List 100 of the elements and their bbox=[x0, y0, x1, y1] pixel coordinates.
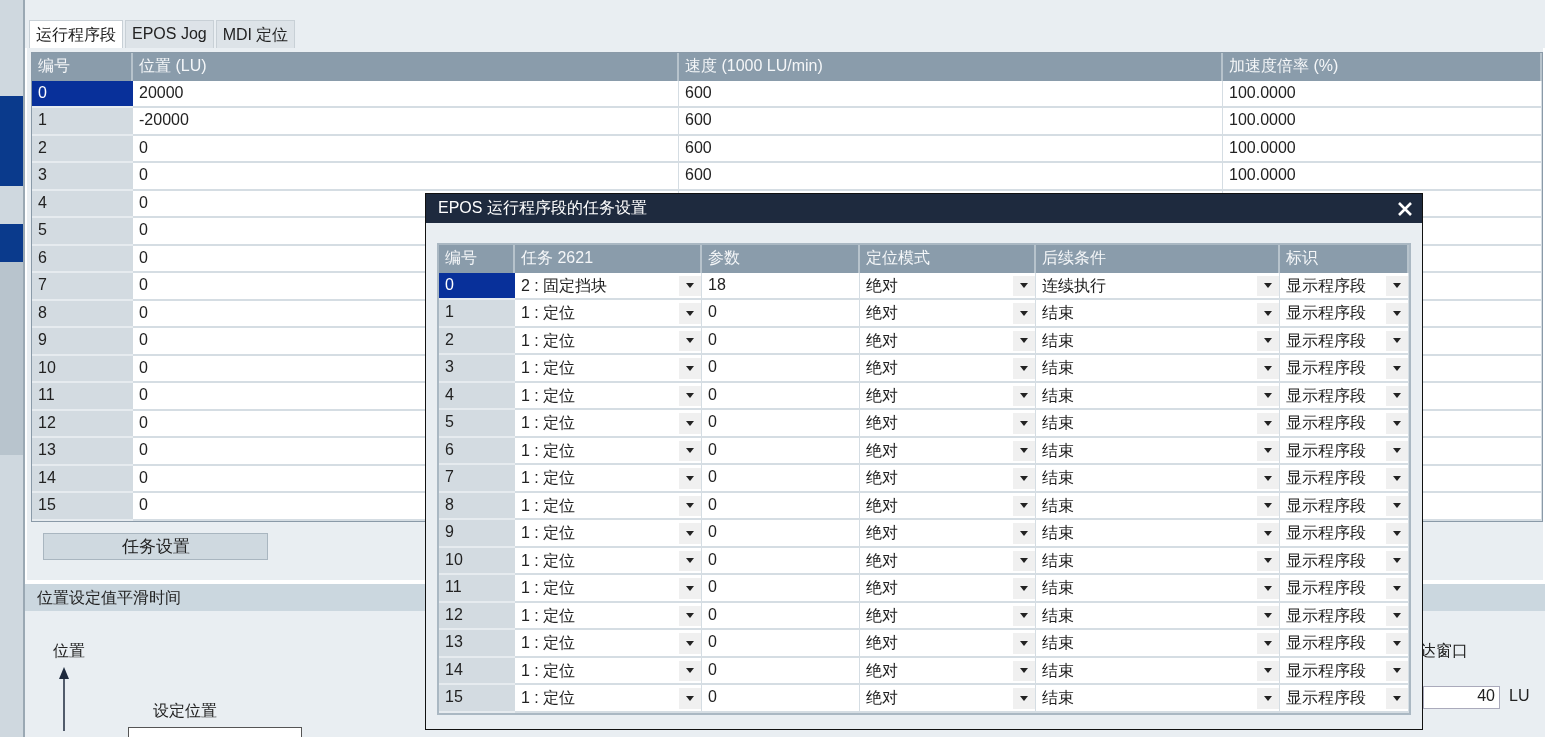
dropdown[interactable]: 显示程序段 bbox=[1280, 547, 1409, 575]
input-field[interactable]: 0 bbox=[702, 575, 860, 603]
row-number[interactable]: 2 bbox=[439, 327, 515, 355]
dropdown[interactable]: 显示程序段 bbox=[1280, 465, 1409, 493]
dropdown[interactable]: 1 : 定位 bbox=[515, 520, 702, 548]
dropdown[interactable]: 绝对 bbox=[860, 437, 1036, 465]
row-number[interactable]: 10 bbox=[32, 355, 133, 383]
row-number[interactable]: 6 bbox=[439, 437, 515, 465]
dropdown[interactable]: 1 : 定位 bbox=[515, 685, 702, 713]
dropdown[interactable]: 显示程序段 bbox=[1280, 685, 1409, 713]
dropdown[interactable]: 显示程序段 bbox=[1280, 575, 1409, 603]
row-number[interactable]: 15 bbox=[32, 493, 133, 521]
dropdown[interactable]: 1 : 定位 bbox=[515, 492, 702, 520]
input-field[interactable]: 0 bbox=[702, 437, 860, 465]
dropdown[interactable]: 结束 bbox=[1036, 327, 1280, 355]
dropdown[interactable]: 1 : 定位 bbox=[515, 300, 702, 328]
dropdown[interactable]: 绝对 bbox=[860, 575, 1036, 603]
row-number[interactable]: 13 bbox=[439, 630, 515, 658]
dropdown[interactable]: 1 : 定位 bbox=[515, 630, 702, 658]
dropdown[interactable]: 结束 bbox=[1036, 547, 1280, 575]
tab[interactable]: MDI 定位 bbox=[215, 20, 296, 48]
dropdown[interactable]: 绝对 bbox=[860, 657, 1036, 685]
input-field[interactable]: 0 bbox=[702, 300, 860, 328]
row-number[interactable]: 13 bbox=[32, 438, 133, 466]
dropdown[interactable]: 1 : 定位 bbox=[515, 382, 702, 410]
row-number[interactable]: 12 bbox=[32, 410, 133, 438]
dropdown[interactable]: 1 : 定位 bbox=[515, 465, 702, 493]
row-number[interactable]: 9 bbox=[439, 520, 515, 548]
dropdown[interactable]: 显示程序段 bbox=[1280, 410, 1409, 438]
input-field[interactable]: 0 bbox=[702, 520, 860, 548]
dropdown[interactable]: 绝对 bbox=[860, 272, 1036, 300]
dropdown[interactable]: 显示程序段 bbox=[1280, 355, 1409, 383]
row-number[interactable]: 11 bbox=[32, 383, 133, 411]
input-field[interactable]: 0 bbox=[702, 630, 860, 658]
dropdown[interactable]: 连续执行 bbox=[1036, 272, 1280, 300]
dropdown[interactable]: 结束 bbox=[1036, 520, 1280, 548]
row-number[interactable]: 1 bbox=[439, 300, 515, 328]
row-number[interactable]: 14 bbox=[32, 465, 133, 493]
dropdown[interactable]: 显示程序段 bbox=[1280, 437, 1409, 465]
dropdown[interactable]: 结束 bbox=[1036, 382, 1280, 410]
row-number[interactable]: 5 bbox=[32, 218, 133, 246]
input-field[interactable]: 0 bbox=[702, 657, 860, 685]
dropdown[interactable]: 绝对 bbox=[860, 327, 1036, 355]
dropdown[interactable]: 结束 bbox=[1036, 465, 1280, 493]
tab[interactable]: EPOS Jog bbox=[125, 20, 214, 48]
row-number[interactable]: 6 bbox=[32, 245, 133, 273]
dropdown[interactable]: 结束 bbox=[1036, 602, 1280, 630]
dropdown[interactable]: 显示程序段 bbox=[1280, 492, 1409, 520]
dropdown[interactable]: 1 : 定位 bbox=[515, 602, 702, 630]
dropdown[interactable]: 显示程序段 bbox=[1280, 327, 1409, 355]
row-number[interactable]: 5 bbox=[439, 410, 515, 438]
dropdown[interactable]: 绝对 bbox=[860, 300, 1036, 328]
input-field[interactable]: 0 bbox=[702, 685, 860, 713]
dropdown[interactable]: 1 : 定位 bbox=[515, 437, 702, 465]
input-field[interactable]: 0 bbox=[702, 492, 860, 520]
row-number[interactable]: 8 bbox=[439, 492, 515, 520]
dropdown[interactable]: 绝对 bbox=[860, 382, 1036, 410]
dropdown[interactable]: 结束 bbox=[1036, 492, 1280, 520]
input-field[interactable]: 0 bbox=[702, 547, 860, 575]
dropdown[interactable]: 显示程序段 bbox=[1280, 657, 1409, 685]
dropdown[interactable]: 1 : 定位 bbox=[515, 547, 702, 575]
task-settings-button[interactable]: 任务设置 bbox=[43, 532, 268, 560]
row-number[interactable]: 10 bbox=[439, 547, 515, 575]
input-field[interactable]: 0 bbox=[702, 327, 860, 355]
dropdown[interactable]: 结束 bbox=[1036, 685, 1280, 713]
row-number[interactable]: 15 bbox=[439, 685, 515, 713]
dropdown[interactable]: 1 : 定位 bbox=[515, 355, 702, 383]
dropdown[interactable]: 绝对 bbox=[860, 492, 1036, 520]
row-number[interactable]: 4 bbox=[439, 382, 515, 410]
input-field[interactable]: 0 bbox=[702, 355, 860, 383]
row-number[interactable]: 12 bbox=[439, 602, 515, 630]
row-number[interactable]: 0 bbox=[32, 80, 133, 108]
dropdown[interactable]: 1 : 定位 bbox=[515, 657, 702, 685]
row-number[interactable]: 3 bbox=[439, 355, 515, 383]
dropdown[interactable]: 显示程序段 bbox=[1280, 300, 1409, 328]
row-number[interactable]: 3 bbox=[32, 163, 133, 191]
dropdown[interactable]: 结束 bbox=[1036, 575, 1280, 603]
dropdown[interactable]: 结束 bbox=[1036, 410, 1280, 438]
row-number[interactable]: 7 bbox=[439, 465, 515, 493]
dropdown[interactable]: 绝对 bbox=[860, 465, 1036, 493]
dropdown[interactable]: 1 : 定位 bbox=[515, 410, 702, 438]
dropdown[interactable]: 显示程序段 bbox=[1280, 520, 1409, 548]
input-field[interactable]: 0 bbox=[702, 382, 860, 410]
dropdown[interactable]: 显示程序段 bbox=[1280, 382, 1409, 410]
dropdown[interactable]: 绝对 bbox=[860, 685, 1036, 713]
dropdown[interactable]: 显示程序段 bbox=[1280, 272, 1409, 300]
dropdown[interactable]: 显示程序段 bbox=[1280, 630, 1409, 658]
dropdown[interactable]: 1 : 定位 bbox=[515, 327, 702, 355]
row-number[interactable]: 8 bbox=[32, 300, 133, 328]
row-number[interactable]: 2 bbox=[32, 135, 133, 163]
dropdown[interactable]: 显示程序段 bbox=[1280, 602, 1409, 630]
tab[interactable]: 运行程序段 bbox=[29, 20, 123, 48]
dropdown[interactable]: 绝对 bbox=[860, 547, 1036, 575]
row-number[interactable]: 11 bbox=[439, 575, 515, 603]
input-field[interactable]: 0 bbox=[702, 602, 860, 630]
dropdown[interactable]: 结束 bbox=[1036, 630, 1280, 658]
close-icon[interactable] bbox=[1398, 201, 1412, 216]
dropdown[interactable]: 1 : 定位 bbox=[515, 575, 702, 603]
row-number[interactable]: 4 bbox=[32, 190, 133, 218]
dropdown[interactable]: 绝对 bbox=[860, 630, 1036, 658]
